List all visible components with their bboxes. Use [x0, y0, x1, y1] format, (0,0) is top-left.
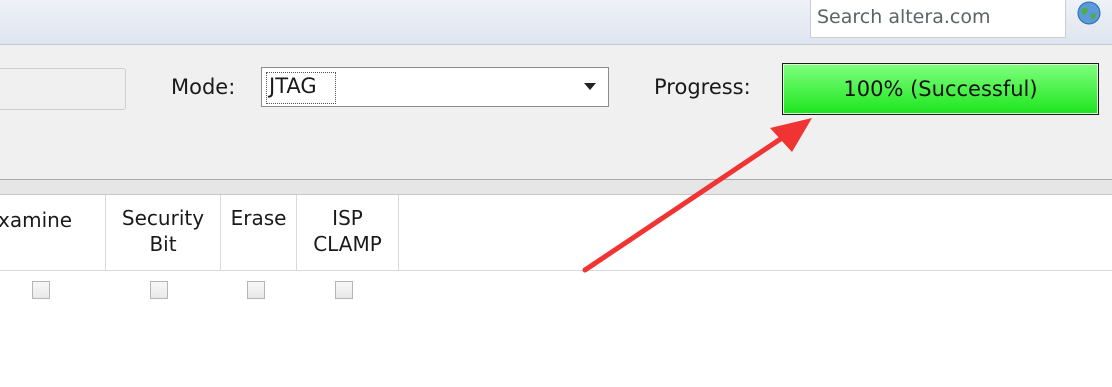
annotation-arrow: [582, 118, 812, 273]
